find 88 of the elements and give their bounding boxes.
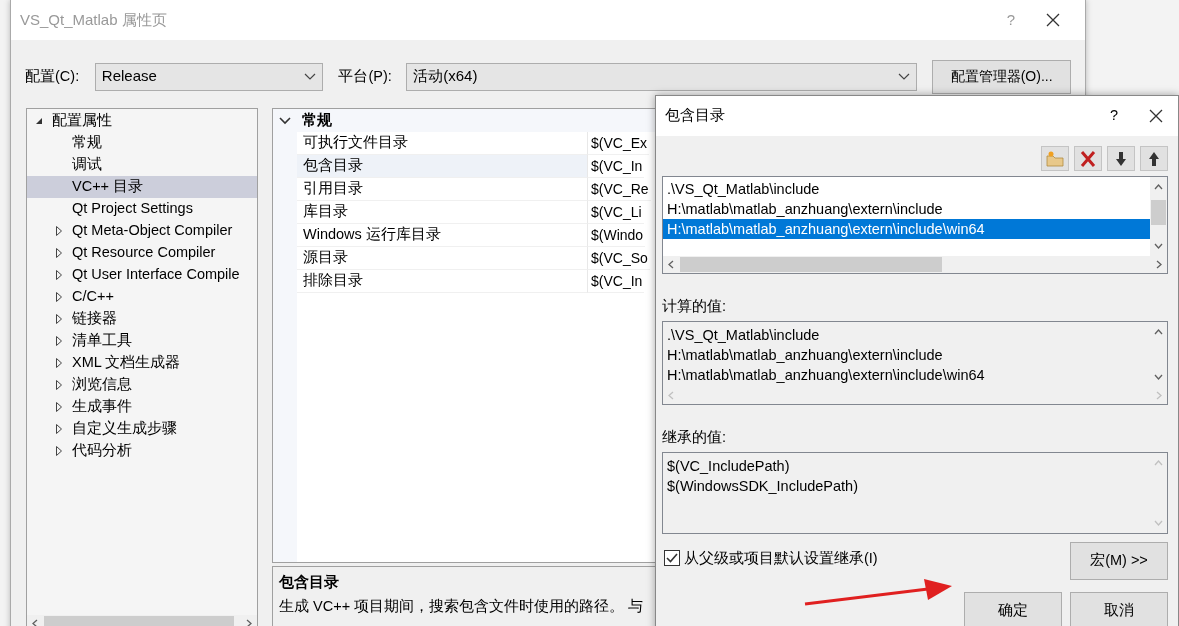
computed-value: .\VS_Qt_Matlab\include bbox=[666, 325, 821, 345]
platform-dropdown[interactable]: 活动(x64) bbox=[406, 62, 918, 91]
property-name[interactable]: 包含目录 bbox=[297, 155, 587, 178]
expand-arrow-icon[interactable] bbox=[53, 335, 65, 347]
tree-item[interactable]: 常规 bbox=[27, 132, 257, 154]
scroll-thumb[interactable] bbox=[680, 257, 942, 272]
property-value[interactable]: $(VC_Li bbox=[587, 201, 644, 224]
chevron-down-icon bbox=[279, 116, 291, 125]
property-value[interactable]: $(VC_Ex bbox=[587, 132, 650, 155]
help-button[interactable]: ? bbox=[1109, 105, 1118, 127]
tree-item[interactable]: Qt User Interface Compile bbox=[27, 264, 257, 286]
chevron-down-icon bbox=[304, 72, 317, 81]
expand-arrow-icon[interactable] bbox=[53, 269, 65, 281]
computed-values-label: 计算的值: bbox=[662, 297, 728, 316]
tree-item[interactable]: 浏览信息 bbox=[27, 374, 257, 396]
expand-arrow-icon[interactable] bbox=[53, 423, 65, 435]
scroll-down-icon[interactable] bbox=[1154, 241, 1163, 250]
vertical-scrollbar[interactable] bbox=[1150, 177, 1167, 256]
tree-item[interactable]: Qt Project Settings bbox=[27, 198, 257, 220]
property-name[interactable]: 引用目录 bbox=[297, 178, 587, 201]
tree-item[interactable]: 配置属性 bbox=[27, 110, 257, 132]
checkmark-icon bbox=[666, 553, 678, 564]
scroll-left-icon[interactable] bbox=[31, 619, 40, 626]
dropdown-value: Release bbox=[101, 66, 157, 87]
expand-arrow-icon[interactable] bbox=[53, 291, 65, 303]
delete-button[interactable] bbox=[1074, 146, 1102, 171]
macros-button[interactable]: 宏(M) >> bbox=[1070, 541, 1168, 580]
scroll-thumb[interactable] bbox=[1151, 200, 1166, 225]
tree-item[interactable]: Qt Resource Compiler bbox=[27, 242, 257, 264]
expand-arrow-icon[interactable] bbox=[53, 401, 65, 413]
tree-item[interactable]: VC++ 目录 bbox=[27, 176, 257, 198]
delete-icon bbox=[1078, 148, 1098, 169]
property-name[interactable]: 库目录 bbox=[297, 201, 587, 224]
inherited-value: $(VC_IncludePath) bbox=[666, 456, 791, 476]
directory-entry[interactable]: .\VS_Qt_Matlab\include bbox=[663, 179, 1150, 199]
description-title: 包含目录 bbox=[279, 573, 340, 592]
expand-arrow-icon[interactable] bbox=[53, 313, 65, 325]
horizontal-scrollbar[interactable] bbox=[663, 256, 1167, 273]
property-value[interactable]: $(VC_Re bbox=[587, 178, 651, 201]
property-name[interactable]: 源目录 bbox=[297, 247, 587, 270]
configuration-dropdown[interactable]: Release bbox=[94, 62, 324, 91]
config-label: 配置(C): bbox=[25, 66, 81, 86]
tree-item[interactable]: 代码分析 bbox=[27, 440, 257, 462]
group-header[interactable]: 常规 bbox=[273, 109, 332, 132]
computed-value: H:\matlab\matlab_anzhuang\extern\include bbox=[666, 345, 944, 365]
directory-entry[interactable]: H:\matlab\matlab_anzhuang\extern\include bbox=[663, 199, 1150, 219]
scroll-right-icon[interactable] bbox=[244, 619, 253, 626]
tree-item[interactable]: C/C++ bbox=[27, 286, 257, 308]
property-name[interactable]: 排除目录 bbox=[297, 270, 587, 293]
scroll-left-icon[interactable] bbox=[667, 260, 676, 269]
tree-item[interactable]: 链接器 bbox=[27, 308, 257, 330]
property-value[interactable]: $(VC_In bbox=[587, 155, 645, 178]
tree-item[interactable]: 生成事件 bbox=[27, 396, 257, 418]
window-title: VS_Qt_Matlab 属性页 bbox=[20, 9, 167, 30]
expand-arrow-icon[interactable] bbox=[53, 445, 65, 457]
property-value[interactable]: $(VC_In bbox=[587, 270, 645, 293]
tree-item[interactable]: Qt Meta-Object Compiler bbox=[27, 220, 257, 242]
expand-arrow-icon[interactable] bbox=[53, 247, 65, 259]
tree-item[interactable]: 调试 bbox=[27, 154, 257, 176]
property-value[interactable]: $(Windo bbox=[587, 224, 646, 247]
computed-value: H:\matlab\matlab_anzhuang\extern\include\win64 bbox=[666, 365, 986, 385]
platform-label: 平台(P): bbox=[338, 66, 393, 86]
tree-item[interactable]: 清单工具 bbox=[27, 330, 257, 352]
inherited-values-label: 继承的值: bbox=[662, 427, 728, 447]
expand-arrow-icon[interactable] bbox=[53, 357, 65, 369]
scroll-right-icon[interactable] bbox=[1154, 260, 1163, 269]
description-text: 生成 VC++ 项目期间，搜索包含文件时使用的路径。 与 bbox=[279, 596, 645, 616]
expand-arrow-icon[interactable] bbox=[53, 225, 65, 237]
cancel-button[interactable]: 取消 bbox=[1070, 591, 1168, 626]
scroll-up-icon[interactable] bbox=[1154, 183, 1163, 192]
tree-item[interactable]: 自定义生成步骤 bbox=[27, 418, 257, 440]
chevron-down-icon bbox=[898, 72, 911, 81]
move-down-button[interactable] bbox=[1107, 146, 1135, 171]
configuration-manager-button[interactable]: 配置管理器(O)... bbox=[932, 59, 1071, 94]
property-value[interactable]: $(VC_So bbox=[587, 247, 650, 270]
close-icon[interactable] bbox=[1148, 108, 1164, 124]
tree-item[interactable]: XML 文档生成器 bbox=[27, 352, 257, 374]
inherited-value: $(WindowsSDK_IncludePath) bbox=[666, 476, 859, 496]
property-name[interactable]: Windows 运行库目录 bbox=[297, 224, 587, 247]
inherit-checkbox[interactable]: 从父级或项目默认设置继承(I) bbox=[664, 547, 878, 570]
close-icon[interactable] bbox=[1045, 12, 1061, 28]
dropdown-value: 活动(x64) bbox=[413, 66, 478, 87]
directory-entry[interactable]: H:\matlab\matlab_anzhuang\extern\include\win64 bbox=[663, 219, 1150, 239]
expand-arrow-icon[interactable] bbox=[53, 379, 65, 391]
dialog-title: 包含目录 bbox=[665, 106, 725, 126]
scroll-up-icon[interactable] bbox=[1154, 327, 1163, 337]
move-up-button[interactable] bbox=[1140, 146, 1168, 171]
ok-button[interactable]: 确定 bbox=[964, 591, 1062, 626]
